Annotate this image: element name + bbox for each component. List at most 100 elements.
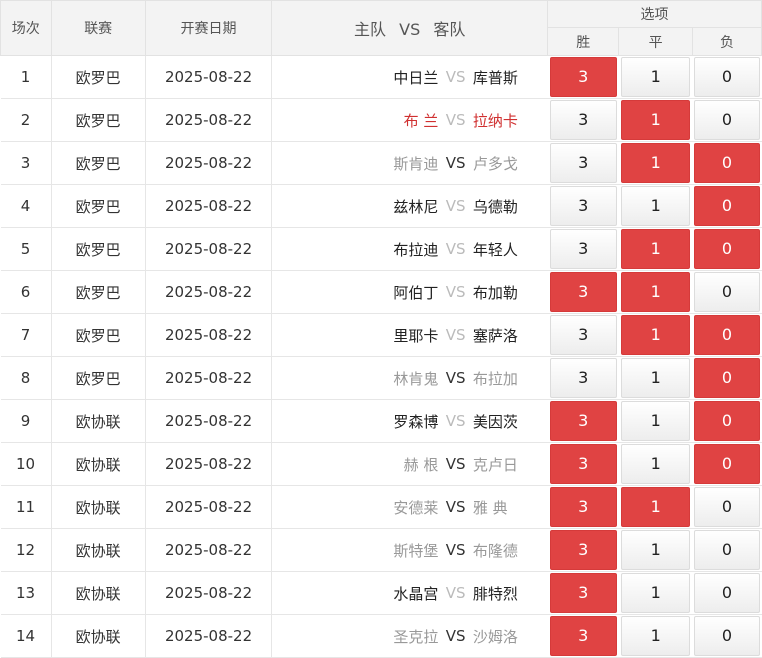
- option-lose-button[interactable]: 0: [694, 530, 760, 570]
- option-lose-button[interactable]: 0: [694, 616, 760, 656]
- option-draw-button[interactable]: 1: [620, 487, 691, 527]
- option-draw-button[interactable]: 1: [620, 444, 691, 484]
- option-lose-button[interactable]: 0: [694, 573, 760, 613]
- option-draw-button[interactable]: 1: [620, 530, 691, 570]
- home-team: 安德莱: [271, 485, 439, 529]
- option-lose-cell: 0: [692, 227, 762, 271]
- option-lose-button[interactable]: 0: [694, 444, 760, 484]
- row-league: 欧罗巴: [50, 98, 146, 142]
- option-draw-cell: 1: [618, 614, 693, 658]
- row-index: 12: [0, 528, 52, 572]
- away-team: 年轻人: [472, 227, 548, 271]
- home-team: 罗森博: [271, 399, 439, 443]
- row-date: 2025-08-22: [144, 141, 272, 185]
- option-win-button[interactable]: 3: [549, 100, 617, 140]
- option-lose-button[interactable]: 0: [694, 487, 760, 527]
- row-league: 欧罗巴: [50, 313, 146, 357]
- vs-label: VS: [438, 614, 473, 658]
- table-row: 1 欧罗巴 2025-08-22 中日兰 VS 库普斯 3 1 0: [0, 55, 762, 99]
- option-lose-button[interactable]: 0: [694, 100, 760, 140]
- home-team: 里耶卡: [271, 313, 439, 357]
- home-team: 中日兰: [271, 55, 439, 99]
- table-row: 10 欧协联 2025-08-22 赫 根 VS 克卢日 3 1 0: [0, 442, 762, 486]
- option-win-cell: 3: [547, 270, 619, 314]
- option-win-cell: 3: [547, 485, 619, 529]
- option-draw-cell: 1: [618, 55, 693, 99]
- row-index: 9: [0, 399, 52, 443]
- option-draw-button[interactable]: 1: [620, 272, 691, 312]
- option-draw-cell: 1: [618, 399, 693, 443]
- row-index: 11: [0, 485, 52, 529]
- option-draw-button[interactable]: 1: [620, 100, 691, 140]
- option-win-cell: 3: [547, 571, 619, 615]
- option-lose-button[interactable]: 0: [694, 143, 760, 183]
- option-lose-cell: 0: [692, 184, 762, 228]
- option-lose-button[interactable]: 0: [694, 229, 760, 269]
- option-win-cell: 3: [547, 55, 619, 99]
- option-win-button[interactable]: 3: [549, 272, 617, 312]
- option-draw-button[interactable]: 1: [620, 401, 691, 441]
- option-draw-button[interactable]: 1: [620, 229, 691, 269]
- header-lose: 负: [691, 27, 762, 56]
- table-row: 8 欧罗巴 2025-08-22 林肯鬼 VS 布拉加 3 1 0: [0, 356, 762, 400]
- option-lose-cell: 0: [692, 270, 762, 314]
- option-win-button[interactable]: 3: [549, 401, 617, 441]
- option-lose-cell: 0: [692, 98, 762, 142]
- option-win-cell: 3: [547, 356, 619, 400]
- table-row: 7 欧罗巴 2025-08-22 里耶卡 VS 塞萨洛 3 1 0: [0, 313, 762, 357]
- table-row: 4 欧罗巴 2025-08-22 兹林尼 VS 乌德勒 3 1 0: [0, 184, 762, 228]
- option-win-button[interactable]: 3: [549, 530, 617, 570]
- option-win-cell: 3: [547, 442, 619, 486]
- row-league: 欧协联: [50, 485, 146, 529]
- option-win-button[interactable]: 3: [549, 143, 617, 183]
- row-index: 10: [0, 442, 52, 486]
- header-draw: 平: [618, 27, 693, 56]
- table-row: 2 欧罗巴 2025-08-22 布 兰 VS 拉纳卡 3 1 0: [0, 98, 762, 142]
- away-team: 布拉加: [472, 356, 548, 400]
- option-lose-button[interactable]: 0: [694, 272, 760, 312]
- option-draw-cell: 1: [618, 571, 693, 615]
- table-row: 13 欧协联 2025-08-22 水晶宫 VS 腓特烈 3 1 0: [0, 571, 762, 615]
- row-league: 欧罗巴: [50, 270, 146, 314]
- vs-label: VS: [438, 485, 473, 529]
- option-draw-button[interactable]: 1: [620, 315, 691, 355]
- away-team: 腓特烈: [472, 571, 548, 615]
- match-rows: 1 欧罗巴 2025-08-22 中日兰 VS 库普斯 3 1 0 2 欧罗巴 …: [0, 55, 762, 658]
- row-date: 2025-08-22: [144, 528, 272, 572]
- row-league: 欧罗巴: [50, 55, 146, 99]
- option-lose-cell: 0: [692, 141, 762, 185]
- vs-label: VS: [438, 528, 473, 572]
- option-win-button[interactable]: 3: [549, 229, 617, 269]
- option-lose-button[interactable]: 0: [694, 315, 760, 355]
- row-index: 7: [0, 313, 52, 357]
- option-win-button[interactable]: 3: [549, 186, 617, 226]
- option-win-button[interactable]: 3: [549, 616, 617, 656]
- vs-label: VS: [438, 270, 473, 314]
- option-win-button[interactable]: 3: [549, 358, 617, 398]
- away-team: 布加勒: [472, 270, 548, 314]
- table-row: 12 欧协联 2025-08-22 斯特堡 VS 布隆德 3 1 0: [0, 528, 762, 572]
- option-win-button[interactable]: 3: [549, 573, 617, 613]
- option-win-button[interactable]: 3: [549, 57, 617, 97]
- option-win-button[interactable]: 3: [549, 315, 617, 355]
- option-win-button[interactable]: 3: [549, 487, 617, 527]
- header-win: 胜: [547, 27, 620, 56]
- table-row: 5 欧罗巴 2025-08-22 布拉迪 VS 年轻人 3 1 0: [0, 227, 762, 271]
- option-win-button[interactable]: 3: [549, 444, 617, 484]
- option-draw-button[interactable]: 1: [620, 358, 691, 398]
- option-lose-button[interactable]: 0: [694, 401, 760, 441]
- option-lose-button[interactable]: 0: [694, 358, 760, 398]
- option-draw-cell: 1: [618, 356, 693, 400]
- option-lose-button[interactable]: 0: [694, 57, 760, 97]
- option-lose-button[interactable]: 0: [694, 186, 760, 226]
- option-draw-button[interactable]: 1: [620, 186, 691, 226]
- vs-label: VS: [438, 313, 473, 357]
- option-draw-button[interactable]: 1: [620, 616, 691, 656]
- row-league: 欧协联: [50, 571, 146, 615]
- home-team: 布拉迪: [271, 227, 439, 271]
- option-draw-button[interactable]: 1: [620, 57, 691, 97]
- row-league: 欧罗巴: [50, 356, 146, 400]
- row-index: 2: [0, 98, 52, 142]
- option-draw-button[interactable]: 1: [620, 573, 691, 613]
- option-draw-button[interactable]: 1: [620, 143, 691, 183]
